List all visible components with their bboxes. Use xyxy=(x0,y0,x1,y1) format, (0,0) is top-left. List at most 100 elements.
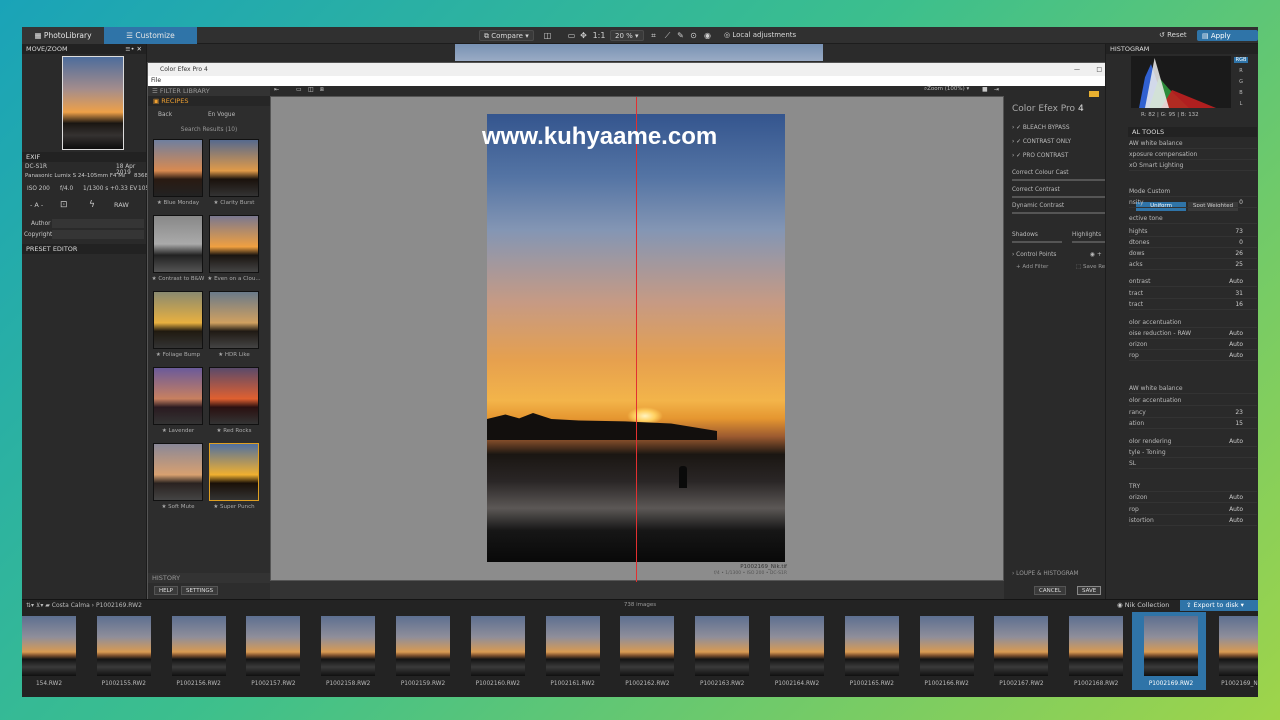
tool-row[interactable]: olor accentuation xyxy=(1129,318,1257,328)
recipe-thumbnail[interactable] xyxy=(153,367,203,425)
tool-row[interactable]: dtones 0 xyxy=(1129,238,1257,248)
tool-row[interactable]: xposure compensation xyxy=(1129,150,1257,160)
tool-value[interactable]: 26 xyxy=(1235,249,1243,259)
panel-toggle-icon[interactable]: ⇤ xyxy=(274,86,279,93)
reset-button[interactable]: ↺ Reset xyxy=(1155,30,1191,41)
tool-row[interactable]: orizon Auto xyxy=(1129,340,1257,350)
redeye-icon[interactable]: ⊙ xyxy=(688,30,699,41)
tool-row[interactable]: istortion Auto xyxy=(1129,516,1257,526)
minimize-icon[interactable]: — xyxy=(1074,63,1080,76)
film-thumbnail[interactable] xyxy=(919,616,974,676)
copyright-field[interactable] xyxy=(52,230,144,239)
tool-row[interactable]: rancy 23 xyxy=(1129,408,1257,418)
tool-row[interactable]: TRY xyxy=(1129,482,1257,492)
tool-value[interactable]: 73 xyxy=(1235,227,1243,237)
film-thumbnail[interactable] xyxy=(321,616,376,676)
recipe-thumbnail[interactable] xyxy=(153,139,203,197)
split-view-icon[interactable]: ◫ xyxy=(308,86,314,93)
recipe-thumbnail[interactable] xyxy=(209,139,259,197)
recipe-thumbnail[interactable] xyxy=(209,291,259,349)
film-thumbnail[interactable] xyxy=(1069,616,1124,676)
film-thumbnail[interactable] xyxy=(620,616,675,676)
tool-row[interactable]: olor accentuation xyxy=(1129,396,1257,406)
tool-row[interactable]: Mode Custom xyxy=(1129,187,1257,197)
histogram-channel-l[interactable]: L xyxy=(1234,101,1248,107)
recipe-thumbnail[interactable] xyxy=(153,215,203,273)
export-to-disk-button[interactable]: ⇪ Export to disk ▾ xyxy=(1180,600,1258,611)
tool-value[interactable]: 25 xyxy=(1235,260,1243,270)
zoom-select[interactable]: 20 % ▾ xyxy=(610,30,644,41)
filter-library-header[interactable]: ☰ FILTER LIBRARY xyxy=(148,86,270,96)
recipe-thumbnail[interactable] xyxy=(209,215,259,273)
tool-row[interactable]: tyle - Toning xyxy=(1129,448,1257,458)
film-thumbnail[interactable] xyxy=(695,616,750,676)
menu-file[interactable]: File xyxy=(148,76,1128,86)
tool-value[interactable]: Auto xyxy=(1229,351,1243,361)
tool-value[interactable]: 0 xyxy=(1239,198,1243,208)
recipe-thumbnail[interactable] xyxy=(153,443,203,501)
add-point-icon[interactable]: ◉ + xyxy=(1090,250,1102,260)
tool-value[interactable]: Auto xyxy=(1229,505,1243,515)
tab-photolibrary[interactable]: ▦ PhotoLibrary xyxy=(22,27,104,44)
tool-row[interactable]: ective tone xyxy=(1129,214,1257,224)
tab-customize[interactable]: ☰ Customize xyxy=(104,27,197,44)
help-button[interactable]: HELP xyxy=(154,586,178,595)
recipe-thumbnail[interactable] xyxy=(209,367,259,425)
tool-row[interactable]: xO Smart Lighting xyxy=(1129,161,1257,171)
zoom-dropdown[interactable]: ⌕Zoom (100%) ▾ xyxy=(924,86,969,93)
tool-value[interactable]: 16 xyxy=(1235,300,1243,310)
tool-value[interactable]: Auto xyxy=(1229,340,1243,350)
tool-row[interactable]: ation 15 xyxy=(1129,419,1257,429)
tool-value[interactable]: Auto xyxy=(1229,329,1243,339)
film-thumbnail[interactable] xyxy=(770,616,824,676)
navigator-thumbnail[interactable] xyxy=(62,56,124,150)
histogram-channel-b[interactable]: B xyxy=(1234,90,1248,96)
nik-collection-button[interactable]: ◉ Nik Collection xyxy=(1117,601,1169,609)
film-thumbnail[interactable] xyxy=(96,616,151,676)
cancel-button[interactable]: CANCEL xyxy=(1034,586,1067,595)
tool-value[interactable]: 0 xyxy=(1239,238,1243,248)
move-icon[interactable]: ✥ xyxy=(578,30,589,41)
split-line[interactable] xyxy=(636,97,637,582)
tool-row[interactable]: tract 31 xyxy=(1129,289,1257,299)
tool-value[interactable]: Auto xyxy=(1229,437,1243,447)
back-link[interactable]: Back xyxy=(158,112,172,118)
panel-options-icon[interactable]: ≡• ✕ xyxy=(125,44,142,54)
apply-preset-button[interactable]: ▤ Apply preset xyxy=(1197,30,1258,51)
film-thumbnail[interactable] xyxy=(545,616,600,676)
tool-row[interactable]: AW white balance xyxy=(1129,139,1257,149)
tool-value[interactable]: Auto xyxy=(1229,493,1243,503)
film-thumbnail[interactable] xyxy=(22,616,76,676)
tool-value[interactable]: 31 xyxy=(1235,289,1243,299)
tool-row[interactable]: hights 73 xyxy=(1129,227,1257,237)
tool-row[interactable]: nsity 0 xyxy=(1129,198,1257,208)
eye-icon[interactable]: ◉ xyxy=(702,30,713,41)
recipe-thumbnail[interactable] xyxy=(209,443,259,501)
single-view-icon[interactable]: ▭ xyxy=(296,86,302,93)
film-thumbnail[interactable] xyxy=(1144,616,1198,676)
add-filter-button[interactable]: + Add Filter xyxy=(1012,263,1052,272)
recipes-header[interactable]: ▣ RECIPES xyxy=(148,96,270,106)
straighten-icon[interactable]: ⟋ xyxy=(662,30,673,41)
tool-value[interactable]: Auto xyxy=(1229,516,1243,526)
tool-value[interactable]: 15 xyxy=(1235,419,1243,429)
fit-icon[interactable]: ▭ xyxy=(566,30,577,41)
side-by-side-icon[interactable]: ⧈ xyxy=(320,86,324,94)
settings-button[interactable]: SETTINGS xyxy=(181,586,219,595)
histogram-channel-r[interactable]: R xyxy=(1234,68,1248,74)
tool-row[interactable]: acks 25 xyxy=(1129,260,1257,270)
shadows-slider[interactable] xyxy=(1012,241,1062,243)
tool-row[interactable]: rop Auto xyxy=(1129,351,1257,361)
crop-icon[interactable]: ⌗ xyxy=(648,30,659,41)
tool-value[interactable]: Auto xyxy=(1229,277,1243,287)
repair-icon[interactable]: ✎ xyxy=(675,30,686,41)
background-icon[interactable]: ■ xyxy=(982,86,988,93)
tool-value[interactable]: 23 xyxy=(1235,408,1243,418)
ratio-button[interactable]: 1:1 xyxy=(592,30,606,41)
compare-button[interactable]: ⧉ Compare ▾ xyxy=(479,30,534,41)
tool-row[interactable]: SL xyxy=(1129,459,1257,469)
tool-row[interactable]: ontrast Auto xyxy=(1129,277,1257,287)
author-field[interactable] xyxy=(52,219,144,228)
recipe-thumbnail[interactable] xyxy=(153,291,203,349)
film-thumbnail[interactable] xyxy=(396,616,450,676)
